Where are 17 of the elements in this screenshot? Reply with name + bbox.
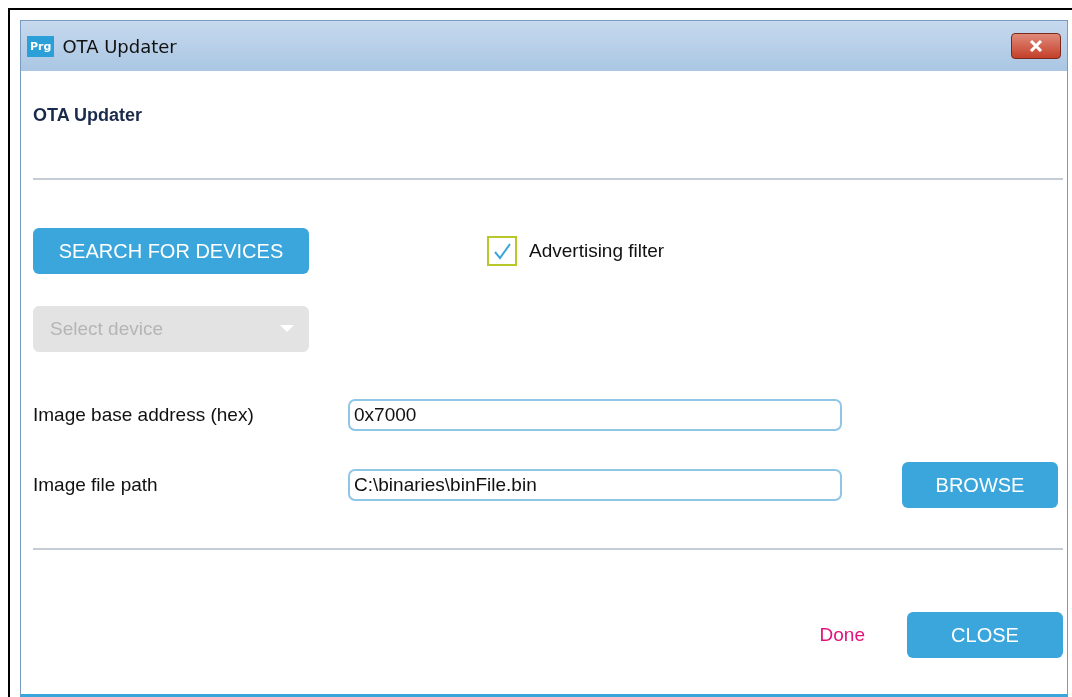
- close-window-button[interactable]: [1011, 33, 1061, 59]
- checkmark-icon: [491, 241, 513, 261]
- browse-button[interactable]: BROWSE: [902, 462, 1058, 508]
- status-text: Done: [819, 624, 865, 646]
- search-devices-button[interactable]: SEARCH FOR DEVICES: [33, 228, 309, 274]
- field-label: Image base address (hex): [33, 404, 255, 426]
- close-icon: [1027, 40, 1045, 52]
- window-title: OTA Updater: [62, 35, 178, 57]
- checkbox-label: Advertising filter: [529, 240, 665, 262]
- field-label: Image file path: [33, 474, 159, 496]
- advertising-filter-checkbox[interactable]: [487, 236, 517, 266]
- input-field[interactable]: C:\binaries\binFile.bin: [348, 469, 842, 501]
- app-icon: Prg: [27, 35, 55, 57]
- dropdown-caret-icon: [280, 325, 294, 333]
- input-field[interactable]: 0x7000: [348, 399, 842, 431]
- close-button[interactable]: CLOSE: [907, 612, 1063, 658]
- dialog-heading: OTA Updater: [33, 105, 143, 126]
